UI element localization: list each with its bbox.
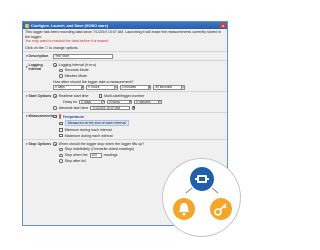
chevron-down-icon: ▼: [128, 99, 133, 105]
stop-count-tail: readings: [103, 153, 118, 158]
seconds-mode-label: Seconds Mode: [64, 68, 89, 73]
stop-count-radio[interactable]: [59, 153, 63, 158]
temperature-sensor-label: Temperature: [62, 114, 85, 119]
info-panel: This logger has been recording data sinc…: [23, 29, 227, 51]
chevron-down-icon: ▼: [158, 99, 162, 105]
chevron-down-icon: ▼: [101, 99, 105, 105]
absolute-start-radio[interactable]: [53, 106, 57, 110]
interval-hours-combo[interactable]: 0 hours ▼: [86, 85, 118, 90]
multi-logger-label: Multi-start/trigger-number: [104, 93, 145, 98]
maximum-label: Maximum during each interval: [64, 133, 113, 138]
minutes-mode-radio[interactable]: [59, 74, 63, 78]
measured-end-checkbox[interactable]: ✓: [59, 121, 63, 126]
start-options-row: ▾ Start Options Realtime start time Mult…: [23, 91, 227, 112]
description-input[interactable]: Test Start: [53, 53, 113, 59]
description-label: ▾ Description: [26, 53, 49, 58]
stop-after-full-radio[interactable]: [59, 159, 63, 163]
delay-days-combo[interactable]: 0 days ▼: [79, 99, 105, 105]
close-button[interactable]: x: [220, 23, 226, 28]
logging-interval-radio[interactable]: [53, 62, 57, 67]
realtime-start-radio[interactable]: [53, 94, 57, 98]
absolute-start-label: Absolute start time: [58, 105, 89, 110]
logging-interval-label: ▾ Logging Interval: [26, 62, 43, 71]
measured-end-label: Measured at the end of each interval: [64, 120, 129, 127]
stop-count-input[interactable]: 100: [89, 153, 102, 158]
seconds-mode-radio[interactable]: [59, 68, 63, 73]
interval-prompt: How often should the logger take a measu…: [53, 79, 134, 84]
stop-when-full-radio[interactable]: [53, 142, 57, 146]
interval-days-combo[interactable]: 0 days ▼: [53, 85, 85, 90]
collapse-arrow-icon[interactable]: ▾: [26, 114, 28, 118]
interval-seconds-combo[interactable]: 30 seconds ▼: [153, 85, 185, 90]
window-titlebar[interactable]: Configure, Launch, and Save (HOBO ware) …: [23, 22, 227, 29]
sensor-hub-icon: [190, 167, 214, 191]
chevron-down-icon: ▼: [114, 85, 118, 90]
minutes-mode-label: Minutes Mode: [64, 73, 88, 78]
chevron-down-icon: ▼: [81, 85, 85, 90]
expand-hint: Click on the ☐ to change options.: [25, 45, 79, 50]
stop-indefinitely-label: Stop indefinitely (Overwrite oldest read…: [64, 147, 135, 152]
collapse-arrow-icon[interactable]: ▾: [26, 142, 28, 146]
logging-interval-option: Logging interval (h:m:s): [58, 62, 97, 67]
stop-count-label: Stop when the: [64, 153, 88, 158]
description-row: ▾ Description Test Start: [23, 51, 227, 60]
collapse-arrow-icon[interactable]: ▾: [26, 94, 28, 98]
maximum-checkbox[interactable]: [59, 133, 63, 138]
minimum-checkbox[interactable]: [59, 128, 63, 132]
absolute-start-input[interactable]: 7/1/2019 10:07 AM: [90, 105, 131, 111]
window-title: Configure, Launch, and Save (HOBO ware): [31, 23, 109, 28]
chevron-down-icon: ▼: [147, 85, 152, 90]
temperature-checkbox[interactable]: ✓: [53, 114, 57, 119]
start-options-label: ▾ Start Options: [26, 93, 52, 98]
stop-after-full-label: Stop after full: [64, 159, 86, 164]
multi-logger-checkbox[interactable]: [98, 94, 103, 98]
calendar-icon[interactable]: ▦: [132, 105, 136, 111]
app-icon: [25, 23, 29, 28]
measurements-label: ▾ Measurements: [26, 114, 54, 119]
delay-minutes-combo[interactable]: 0 minutes ▼: [134, 99, 162, 105]
chevron-down-icon: ▼: [181, 85, 185, 90]
stop-options-label: ▾ Stop Options: [26, 141, 52, 146]
info-line-1: This logger has been recording data sinc…: [25, 30, 221, 39]
stop-indefinitely-radio[interactable]: [59, 147, 63, 152]
collapse-arrow-icon[interactable]: ▾: [26, 65, 28, 69]
thermometer-icon: [58, 114, 61, 119]
bell-left-icon: [173, 198, 195, 220]
interval-minutes-combo[interactable]: 0 minutes ▼: [119, 85, 152, 90]
collapse-arrow-icon[interactable]: ▾: [26, 54, 28, 58]
realtime-start-label: Realtime start time: [58, 93, 89, 98]
logging-interval-row: ▾ Logging Interval Logging interval (h:m…: [23, 60, 227, 91]
delay-hours-combo[interactable]: 0 hours ▼: [106, 99, 133, 105]
measurements-row: ▾ Measurements ✓ Temperature ✓ Measured …: [23, 111, 227, 139]
delay-label: Delay for: [63, 99, 78, 104]
key-icon: [210, 198, 232, 220]
minimum-label: Minimum during each interval: [64, 128, 112, 133]
feature-badge: [162, 158, 241, 237]
stop-prompt: When should the logger stop when the log…: [58, 141, 145, 146]
info-line-2: You may want to readout the data before …: [25, 39, 110, 44]
